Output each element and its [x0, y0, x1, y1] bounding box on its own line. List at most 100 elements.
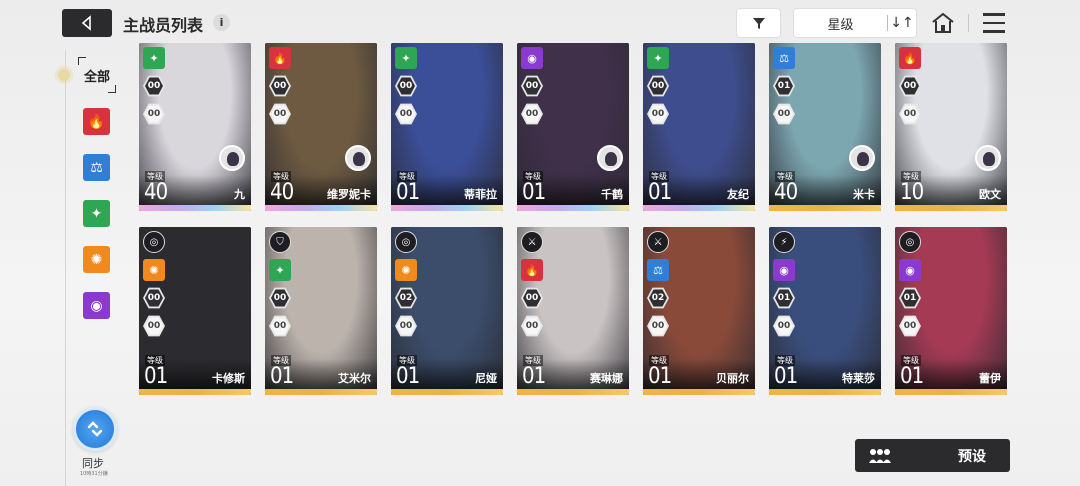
operator-card[interactable]: 🔥 00 00 等级 40 维罗妮卡 [265, 43, 377, 211]
sidebar-divider [65, 50, 66, 486]
sort-select[interactable]: 星级 ↓↑ [794, 9, 916, 37]
home-icon[interactable] [931, 11, 955, 35]
rank-value: 00 [145, 77, 163, 95]
level-value: 01 [522, 180, 546, 205]
skill-value: 00 [649, 105, 667, 123]
fire-element-icon: 🔥 [521, 259, 543, 281]
filter-void[interactable]: ◉ [83, 292, 110, 319]
filter-fire[interactable]: 🔥 [83, 108, 110, 135]
menu-icon[interactable] [983, 13, 1005, 33]
weapon-type-icon: ⛉ [269, 231, 291, 253]
rarity-bar [643, 389, 755, 395]
operator-name: 贝丽尔 [716, 372, 749, 385]
fire-icon: 🔥 [87, 113, 106, 130]
rank-value: 02 [649, 289, 667, 307]
operator-name: 蒂菲拉 [464, 188, 497, 201]
skill-value: 00 [271, 317, 289, 335]
operator-card[interactable]: ◎ ✺ 00 00 等级 01 卡修斯 [139, 227, 251, 395]
back-arrow-icon [81, 15, 91, 31]
operator-name: 九 [234, 188, 245, 201]
skill-value: 00 [397, 105, 415, 123]
level-value: 01 [648, 364, 672, 389]
weapon-type-icon: ◎ [899, 231, 921, 253]
operator-card[interactable]: ✦ 00 00 等级 01 友纪 [643, 43, 755, 211]
sync-label: 同步 [82, 457, 104, 470]
rank-value: 00 [271, 289, 289, 307]
rank-value: 01 [775, 77, 793, 95]
sort-direction-icon[interactable]: ↓↑ [888, 15, 916, 31]
operator-card[interactable]: ◎ ◉ 01 00 等级 01 蕾伊 [895, 227, 1007, 395]
level-value: 01 [648, 180, 672, 205]
filter-button[interactable] [737, 9, 780, 37]
partner-avatar [849, 145, 875, 171]
info-icon[interactable]: i [213, 14, 230, 31]
skill-value: 00 [271, 105, 289, 123]
level-value: 01 [522, 364, 546, 389]
operator-card[interactable]: ⚔ 🔥 00 00 等级 01 赛琳娜 [517, 227, 629, 395]
sync-icon [87, 421, 103, 437]
back-button[interactable] [62, 9, 112, 37]
operator-grid: ✦ 00 00 等级 40 九 🔥 00 00 等级 40 维罗妮卡 ✦ 00 00 等级 01 蒂菲拉 ◉ 00 00… [139, 43, 1019, 423]
rarity-bar [139, 205, 251, 211]
filter-all[interactable]: 全部 [78, 57, 116, 93]
selected-indicator [58, 69, 70, 81]
balance-icon: ⚖ [90, 159, 103, 176]
top-divider [968, 14, 969, 32]
wind-element-icon: ✦ [143, 47, 165, 69]
operator-card[interactable]: 🔥 00 00 等级 10 欧文 [895, 43, 1007, 211]
rarity-bar [139, 389, 251, 395]
operator-name: 友纪 [727, 188, 749, 201]
skill-value: 00 [145, 317, 163, 335]
wind-icon: ✦ [90, 205, 103, 222]
operator-card[interactable]: ⚖ 01 00 等级 40 米卡 [769, 43, 881, 211]
weapon-type-icon: ◎ [395, 231, 417, 253]
level-value: 01 [396, 364, 420, 389]
operator-card[interactable]: ◎ ✺ 02 00 等级 01 尼娅 [391, 227, 503, 395]
sync-button[interactable] [73, 407, 117, 451]
wind-element-icon: ✦ [647, 47, 669, 69]
rank-value: 00 [145, 289, 163, 307]
operator-card[interactable]: ⚡ ◉ 01 00 等级 01 特莱莎 [769, 227, 881, 395]
operator-card[interactable]: ⚔ ⚖ 02 00 等级 01 贝丽尔 [643, 227, 755, 395]
level-value: 40 [270, 180, 294, 205]
void-icon: ◉ [90, 297, 103, 314]
void-element-icon: ◉ [773, 259, 795, 281]
skill-value: 00 [901, 105, 919, 123]
skill-value: 00 [649, 317, 667, 335]
filter-balance[interactable]: ⚖ [83, 154, 110, 181]
void-element-icon: ◉ [521, 47, 543, 69]
partner-avatar [597, 145, 623, 171]
skill-value: 00 [523, 105, 541, 123]
sun-element-icon: ✺ [395, 259, 417, 281]
weapon-type-icon: ◎ [143, 231, 165, 253]
sort-label: 星级 [827, 17, 854, 33]
operator-name: 艾米尔 [338, 372, 371, 385]
filter-wind[interactable]: ✦ [83, 200, 110, 227]
operator-name: 特莱莎 [842, 372, 875, 385]
preset-label: 预设 [958, 448, 986, 465]
skill-value: 00 [775, 105, 793, 123]
void-element-icon: ◉ [899, 259, 921, 281]
rarity-bar [391, 205, 503, 211]
rank-value: 00 [271, 77, 289, 95]
rank-value: 02 [397, 289, 415, 307]
rarity-bar [895, 389, 1007, 395]
level-value: 01 [900, 364, 924, 389]
filter-sun[interactable]: ✺ [83, 246, 110, 273]
weapon-type-icon: ⚔ [521, 231, 543, 253]
balance-element-icon: ⚖ [773, 47, 795, 69]
level-value: 10 [900, 180, 924, 205]
rarity-bar [265, 205, 377, 211]
page-title: 主战员列表 [123, 16, 204, 35]
preset-button[interactable]: 预设 [855, 439, 1010, 472]
operator-card[interactable]: ✦ 00 00 等级 40 九 [139, 43, 251, 211]
operator-card[interactable]: ◉ 00 00 等级 01 千鹤 [517, 43, 629, 211]
operator-card[interactable]: ✦ 00 00 等级 01 蒂菲拉 [391, 43, 503, 211]
level-value: 01 [144, 364, 168, 389]
operator-card[interactable]: ⛉ ✦ 00 00 等级 01 艾米尔 [265, 227, 377, 395]
level-value: 01 [270, 364, 294, 389]
sun-element-icon: ✺ [143, 259, 165, 281]
rarity-bar [391, 389, 503, 395]
operator-name: 蕾伊 [979, 372, 1001, 385]
skill-value: 00 [397, 317, 415, 335]
